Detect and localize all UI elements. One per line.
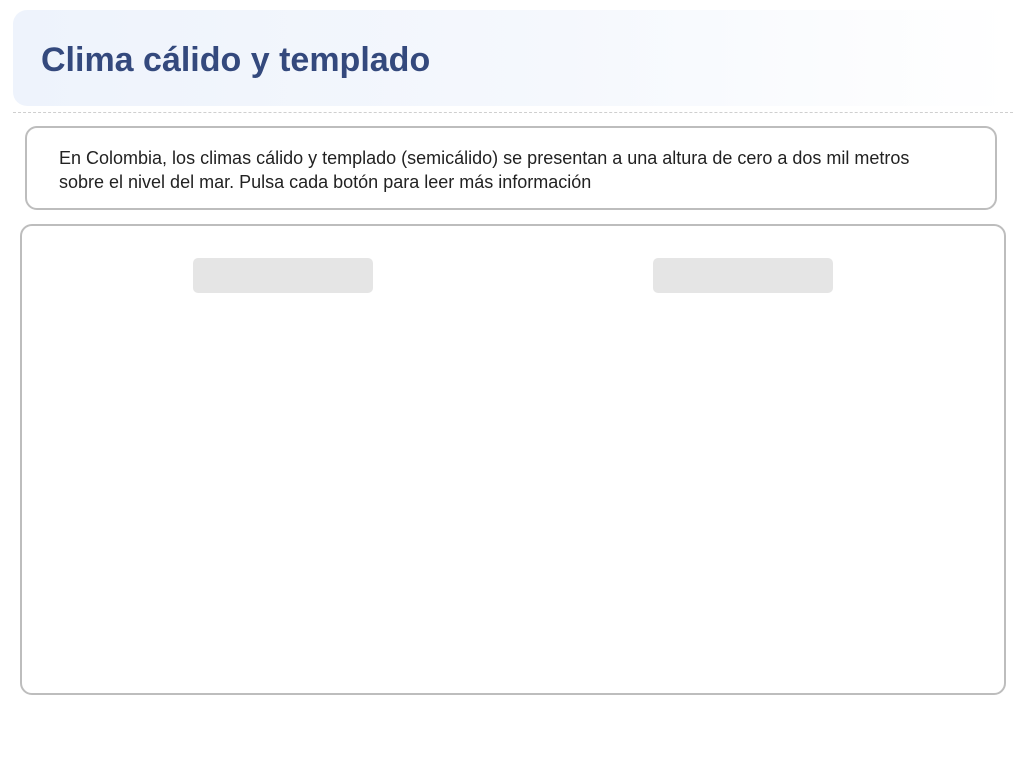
info-button-1[interactable]	[193, 258, 373, 293]
header-divider	[13, 112, 1013, 113]
info-button-2[interactable]	[653, 258, 833, 293]
page-title: Clima cálido y templado	[41, 41, 431, 79]
intro-box: En Colombia, los climas cálido y templad…	[25, 126, 997, 210]
page: Clima cálido y templado En Colombia, los…	[0, 0, 1024, 768]
header-banner: Clima cálido y templado	[13, 10, 1013, 106]
content-panel	[20, 224, 1006, 695]
intro-text: En Colombia, los climas cálido y templad…	[59, 148, 910, 192]
